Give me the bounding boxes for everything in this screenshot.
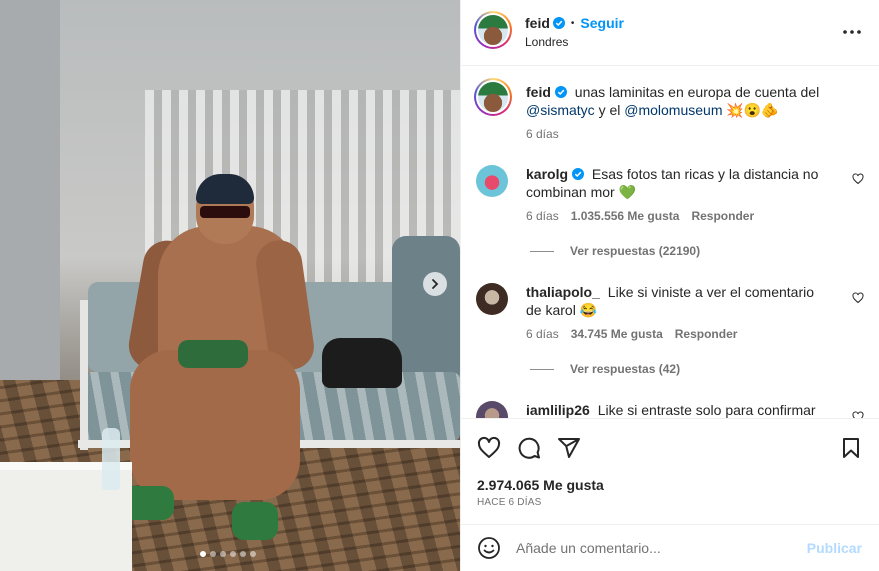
caption-time[interactable]: 6 días [526, 127, 559, 141]
person-shorts [178, 340, 248, 368]
commenter-avatar[interactable] [476, 401, 508, 418]
comment-likes[interactable]: 1.035.556 Me gusta [571, 209, 680, 223]
green-sandal-right [232, 502, 278, 540]
carousel-dots [200, 551, 256, 557]
carousel-next-button[interactable] [423, 272, 447, 296]
verified-badge-icon [572, 168, 585, 180]
author-avatar[interactable] [474, 11, 512, 49]
mention-link[interactable]: @sismatyc [526, 102, 595, 118]
share-paper-plane-icon[interactable] [557, 436, 581, 460]
mention-link[interactable]: @molomuseum [624, 102, 722, 118]
black-bag [322, 338, 402, 388]
comment-text: karolg Esas fotos tan ricas y la distanc… [526, 165, 826, 201]
comment-meta: 6 días 1.035.556 Me gusta Responder [526, 209, 754, 223]
caption-text: feid unas laminitas en europa de cuenta … [526, 83, 826, 119]
caption-body-middle: y el [598, 102, 621, 118]
carousel-dot [230, 551, 236, 557]
carousel-dot [220, 551, 226, 557]
post-detail-panel: feid • Seguir Londres feid unas laminita… [460, 0, 879, 571]
caption-meta: 6 días [526, 127, 559, 141]
carousel-dot [240, 551, 246, 557]
carousel-dot [250, 551, 256, 557]
person-sunglasses [200, 206, 250, 218]
post-header: feid • Seguir Londres [461, 0, 879, 66]
caption-emojis: 💥😮🫵 [726, 102, 779, 118]
carousel-dot [200, 551, 206, 557]
person-legs [130, 350, 300, 500]
caption-body: unas laminitas en europa de cuenta del [574, 84, 820, 100]
post-actions: 2.974.065 Me gusta HACE 6 DÍAS [461, 418, 879, 528]
view-replies-button[interactable]: Ver respuestas (42) [530, 362, 680, 376]
view-replies-label: Ver respuestas (22190) [570, 244, 701, 258]
comment-username[interactable]: iamlilip26 [526, 402, 590, 418]
caption-username[interactable]: feid [526, 84, 551, 100]
replies-divider [530, 368, 554, 370]
post-photo[interactable] [0, 0, 460, 571]
verified-badge-icon [554, 86, 567, 98]
comment-like-heart-icon[interactable] [852, 173, 864, 185]
emoji-smiley-icon[interactable] [477, 536, 501, 560]
commenter-avatar[interactable] [476, 283, 508, 315]
commenter-avatar[interactable] [476, 165, 508, 197]
likes-count[interactable]: 2.974.065 Me gusta [477, 477, 604, 493]
comment-input[interactable] [516, 535, 796, 561]
sofa-cushion [392, 236, 460, 386]
post-comment-button[interactable]: Publicar [807, 540, 862, 556]
comment-likes[interactable]: 34.745 Me gusta [571, 327, 663, 341]
comment-username[interactable]: thaliapolo_ [526, 284, 600, 300]
author-username[interactable]: feid [525, 15, 550, 31]
comment-bubble-icon[interactable] [517, 436, 541, 460]
author-row: feid • Seguir [525, 15, 624, 31]
wall-shadow [0, 0, 60, 380]
comment-meta: 6 días 34.745 Me gusta Responder [526, 327, 737, 341]
comment-text: iamlilip26 Like si entraste solo para co… [526, 401, 826, 418]
comment-like-heart-icon[interactable] [852, 292, 864, 304]
water-bottle [102, 428, 120, 490]
comment-emoji: 💚 [618, 184, 637, 200]
sofa-leg [80, 300, 88, 450]
save-bookmark-icon[interactable] [839, 436, 863, 460]
replies-divider [530, 250, 554, 252]
more-options-icon[interactable] [842, 22, 862, 42]
reply-button[interactable]: Responder [691, 209, 754, 223]
post-location[interactable]: Londres [525, 35, 568, 49]
view-replies-label: Ver respuestas (42) [570, 362, 681, 376]
caption-avatar[interactable] [474, 78, 512, 116]
comments-section[interactable]: feid unas laminitas en europa de cuenta … [461, 67, 879, 418]
view-replies-button[interactable]: Ver respuestas (22190) [530, 244, 700, 258]
reply-button[interactable]: Responder [675, 327, 738, 341]
carousel-dot [210, 551, 216, 557]
comment-time[interactable]: 6 días [526, 209, 559, 223]
comment-text: thaliapolo_ Like si viniste a ver el com… [526, 283, 826, 319]
verified-badge-icon [552, 17, 565, 29]
comment-emoji: 😂 [579, 302, 598, 318]
follow-button[interactable]: Seguir [580, 15, 624, 31]
comment-like-heart-icon[interactable] [852, 411, 864, 418]
chevron-right-icon [432, 279, 439, 289]
post-time[interactable]: HACE 6 DÍAS [477, 497, 541, 508]
separator-dot: • [570, 17, 575, 29]
comment-username[interactable]: karolg [526, 166, 568, 182]
comment-body: Esas fotos tan ricas y la distancia no c… [526, 166, 819, 200]
like-heart-icon[interactable] [477, 436, 501, 460]
comment-composer: Publicar [461, 524, 879, 571]
comment-time[interactable]: 6 días [526, 327, 559, 341]
